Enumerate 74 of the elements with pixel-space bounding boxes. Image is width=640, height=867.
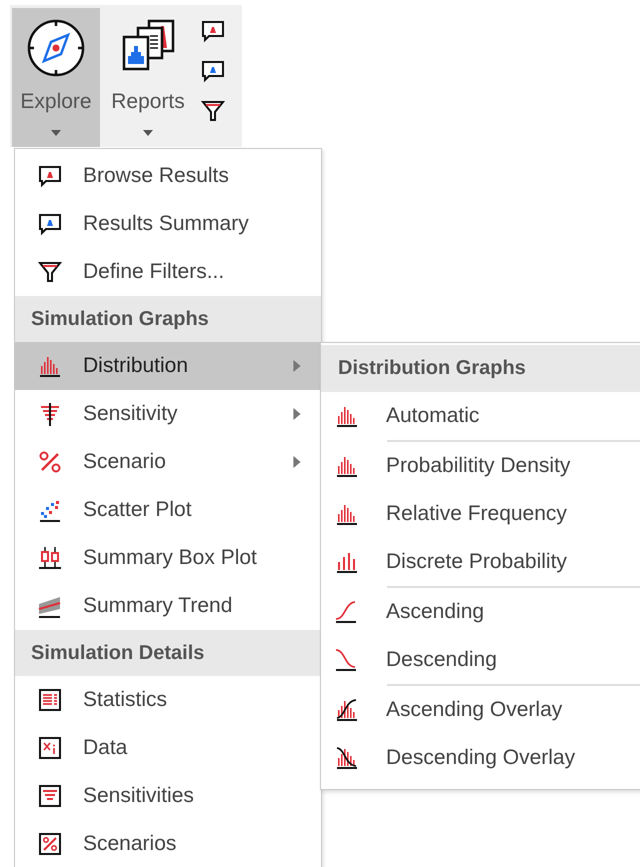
data-icon [38,736,62,760]
menu-item-label: Distribution [83,354,188,378]
submenu-item-label: Ascending Overlay [386,698,562,722]
menu-item[interactable]: Data [15,724,321,772]
submenu-item-label: Discrete Probability [386,550,567,574]
submenu-item[interactable]: Descending [321,636,640,684]
menu-item[interactable]: Define Filters... [15,248,321,296]
submenu-item-label: Relative Frequency [386,502,567,526]
tornado-table-icon [38,784,62,808]
menu-item[interactable]: Browse Results [15,152,321,200]
scatter-plot-icon [38,498,62,522]
trend-chart-icon [38,594,62,618]
menu-item[interactable]: Scenarios [15,820,321,867]
table-icon [38,688,62,712]
descending-overlay-icon [335,746,359,770]
submenu-item[interactable]: Ascending Overlay [321,686,640,734]
menu-item-label: Scenario [83,450,166,474]
menu-item-label: Define Filters... [83,260,224,284]
menu-item[interactable]: Scenario [15,438,321,486]
caret-icon [51,130,61,136]
menu-item[interactable]: Results Summary [15,200,321,248]
submenu-item[interactable]: Relative Frequency [321,490,640,538]
submenu-item-label: Probabilitity Density [386,454,570,478]
menu-item-label: Sensitivities [83,784,194,808]
submenu-item[interactable]: Automatic [321,392,640,440]
percent-table-icon [38,832,62,856]
menu-item-label: Scatter Plot [83,498,192,522]
ascending-curve-icon [335,600,359,624]
histogram-icon [38,354,62,378]
percent-icon [38,450,62,474]
menu-item[interactable]: Sensitivity [15,390,321,438]
submenu-item[interactable]: Discrete Probability [321,538,640,586]
menu-item-label: Summary Box Plot [83,546,257,570]
chart-bubble-icon [38,212,62,236]
menu-item[interactable]: Summary Trend [15,582,321,630]
box-plot-icon [38,546,62,570]
submenu-header: Distribution Graphs [321,345,640,392]
descending-curve-icon [335,648,359,672]
menu-item[interactable]: Statistics [15,676,321,724]
menu-section-header: Simulation Details [15,630,321,676]
menu-item[interactable]: Sensitivities [15,772,321,820]
menu-item-label: Browse Results [83,164,229,188]
caret-icon [143,130,153,136]
menu-item[interactable]: Scatter Plot [15,486,321,534]
submenu-item[interactable]: Descending Overlay [321,734,640,782]
submenu-item-label: Descending [386,648,497,672]
compass-icon [26,18,86,78]
bar-chart-icon [335,550,359,574]
filter-icon [38,260,62,284]
menu-item-label: Scenarios [83,832,176,856]
menu-section-header: Simulation Graphs [15,296,321,342]
histogram-icon [335,502,359,526]
chart-bubble-icon [201,19,225,43]
menu-item-label: Results Summary [83,212,249,236]
menu-item-label: Statistics [83,688,168,712]
explore-button[interactable]: Explore [12,8,100,147]
menu-item-label: Sensitivity [83,402,178,426]
ascending-overlay-icon [335,698,359,722]
submenu-item[interactable]: Ascending [321,588,640,636]
filter-icon [201,99,225,123]
menu-item-label: Data [83,736,128,760]
submenu-item-label: Ascending [386,600,484,624]
submenu-item[interactable]: Probabilitity Density [321,442,640,490]
chart-bubble-icon [38,164,62,188]
menu-item[interactable]: Summary Box Plot [15,534,321,582]
chart-bubble-icon [201,59,225,83]
submenu-item-label: Automatic [386,404,480,428]
tornado-chart-icon [38,402,62,426]
submenu-item-label: Descending Overlay [386,746,576,770]
histogram-icon [335,454,359,478]
menu-item[interactable]: Distribution [15,342,321,390]
histogram-icon [335,404,359,428]
reports-button[interactable]: Reports [104,8,192,147]
menu-item-label: Summary Trend [83,594,232,618]
